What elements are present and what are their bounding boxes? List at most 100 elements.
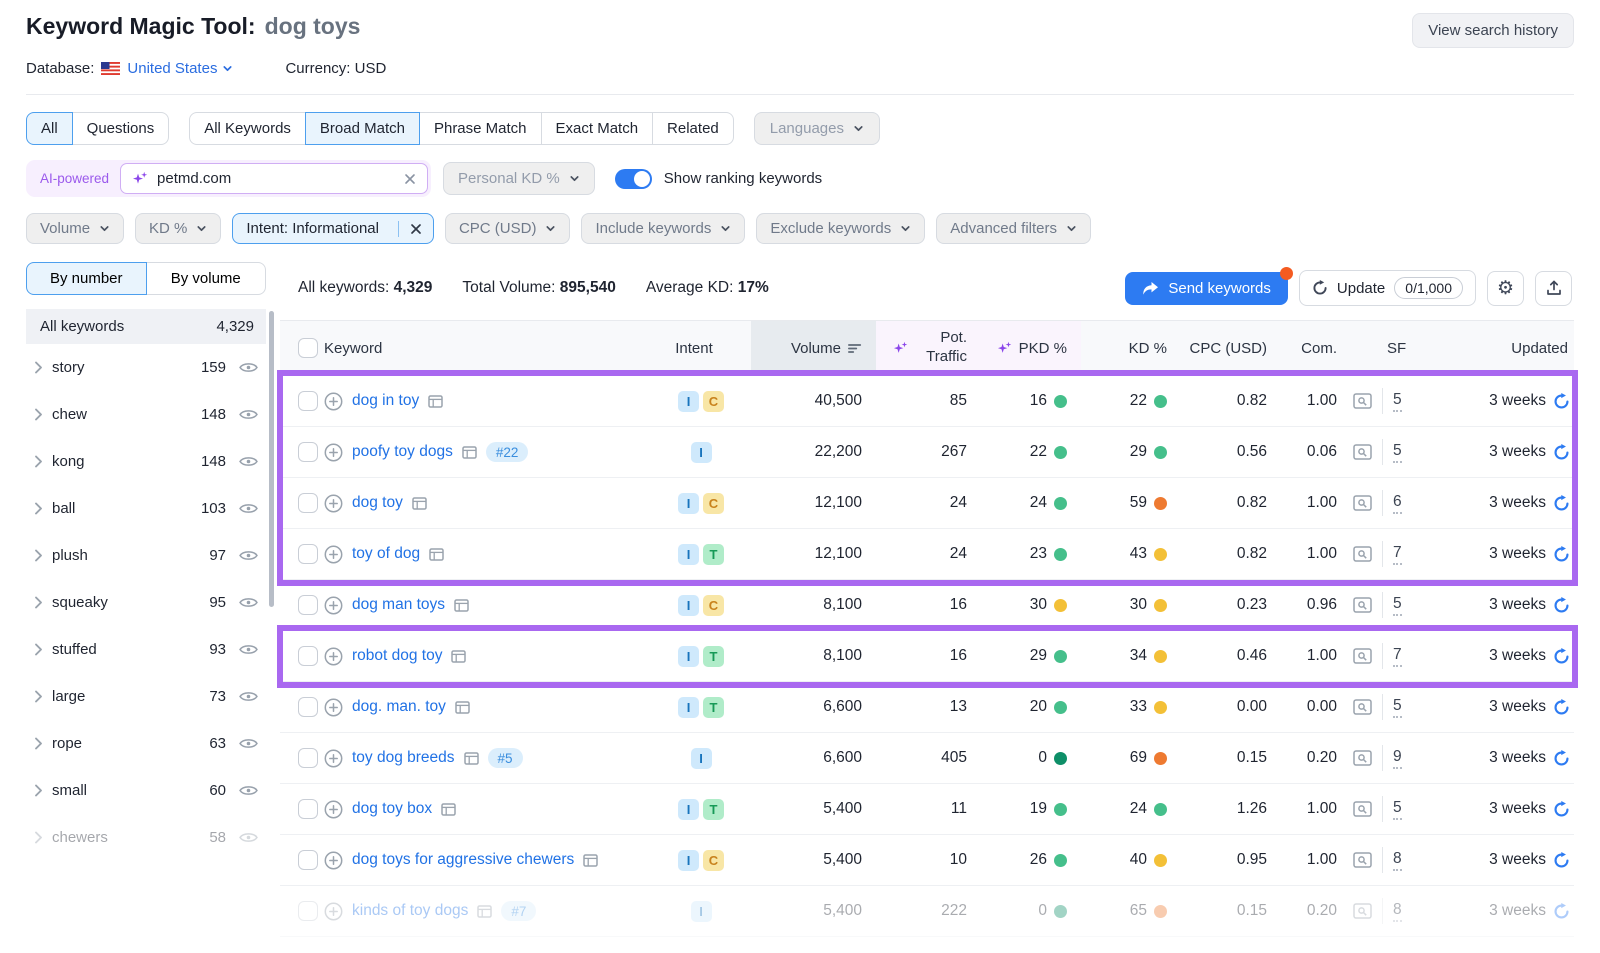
sidebar-all-keywords-row[interactable]: All keywords 4,329 [26, 309, 266, 344]
add-keyword-icon[interactable] [324, 545, 343, 564]
column-com[interactable]: Com. [1281, 340, 1351, 357]
keyword-link[interactable]: dog toy box [352, 800, 432, 818]
chevron-right-icon[interactable] [34, 643, 43, 656]
serp-layout-icon[interactable] [441, 803, 456, 816]
update-button[interactable]: Update 0/1,000 [1299, 270, 1476, 306]
row-checkbox[interactable] [298, 901, 318, 921]
sidebar-group-item[interactable]: stuffed 93 [26, 626, 266, 673]
eye-icon[interactable] [239, 455, 258, 468]
sort-by-volume-tab[interactable]: By volume [146, 262, 267, 295]
column-keyword[interactable]: Keyword [324, 340, 651, 357]
column-intent[interactable]: Intent [651, 340, 751, 357]
refresh-keyword-icon[interactable] [1553, 699, 1570, 716]
sf-count[interactable]: 7 [1393, 646, 1402, 667]
clear-input-icon[interactable] [404, 173, 416, 185]
serp-layout-icon[interactable] [477, 905, 492, 918]
eye-icon[interactable] [239, 549, 258, 562]
column-volume[interactable]: Volume [751, 321, 876, 375]
sf-count[interactable]: 7 [1393, 544, 1402, 565]
sf-count[interactable]: 5 [1393, 697, 1402, 718]
row-checkbox[interactable] [298, 493, 318, 513]
chevron-right-icon[interactable] [34, 455, 43, 468]
tab-questions[interactable]: Questions [72, 112, 170, 145]
serp-preview-icon[interactable] [1353, 597, 1372, 613]
filter-exclude-keywords[interactable]: Exclude keywords [756, 213, 925, 244]
serp-preview-icon[interactable] [1353, 444, 1372, 460]
serp-layout-icon[interactable] [583, 854, 598, 867]
refresh-keyword-icon[interactable] [1553, 852, 1570, 869]
chevron-right-icon[interactable] [34, 549, 43, 562]
serp-layout-icon[interactable] [462, 446, 477, 459]
serp-preview-icon[interactable] [1353, 648, 1372, 664]
chevron-right-icon[interactable] [34, 784, 43, 797]
tab-phrase-match[interactable]: Phrase Match [419, 112, 542, 145]
eye-icon[interactable] [239, 596, 258, 609]
sidebar-group-item[interactable]: large 73 [26, 673, 266, 720]
add-keyword-icon[interactable] [324, 851, 343, 870]
tab-all-keywords[interactable]: All Keywords [189, 112, 306, 145]
sidebar-group-item[interactable]: chewers 58 [26, 814, 266, 861]
filter-volume[interactable]: Volume [26, 213, 124, 244]
eye-icon[interactable] [239, 784, 258, 797]
sf-count[interactable]: 6 [1393, 493, 1402, 514]
sf-count[interactable]: 5 [1393, 799, 1402, 820]
sf-count[interactable]: 5 [1393, 442, 1402, 463]
filter-advanced[interactable]: Advanced filters [936, 213, 1091, 244]
eye-icon[interactable] [239, 737, 258, 750]
send-keywords-button[interactable]: Send keywords [1125, 272, 1288, 305]
add-keyword-icon[interactable] [324, 647, 343, 666]
row-checkbox[interactable] [298, 595, 318, 615]
serp-layout-icon[interactable] [412, 497, 427, 510]
eye-icon[interactable] [239, 502, 258, 515]
show-ranking-keywords-toggle[interactable] [615, 169, 652, 189]
add-keyword-icon[interactable] [324, 800, 343, 819]
row-checkbox[interactable] [298, 544, 318, 564]
refresh-keyword-icon[interactable] [1553, 393, 1570, 410]
row-checkbox[interactable] [298, 799, 318, 819]
keyword-link[interactable]: dog toys for aggressive chewers [352, 851, 574, 869]
filter-intent-active[interactable]: Intent: Informational [232, 213, 434, 244]
keyword-link[interactable]: dog toy [352, 494, 403, 512]
eye-icon[interactable] [239, 690, 258, 703]
sort-by-number-tab[interactable]: By number [26, 262, 147, 295]
filter-kd[interactable]: KD % [135, 213, 221, 244]
sidebar-group-item[interactable]: small 60 [26, 767, 266, 814]
row-checkbox[interactable] [298, 697, 318, 717]
refresh-keyword-icon[interactable] [1553, 648, 1570, 665]
refresh-keyword-icon[interactable] [1553, 495, 1570, 512]
add-keyword-icon[interactable] [324, 392, 343, 411]
eye-icon[interactable] [239, 831, 258, 844]
sidebar-group-item[interactable]: plush 97 [26, 532, 266, 579]
tab-exact-match[interactable]: Exact Match [541, 112, 654, 145]
add-keyword-icon[interactable] [324, 596, 343, 615]
tab-broad-match[interactable]: Broad Match [305, 112, 420, 145]
column-cpc[interactable]: CPC (USD) [1181, 340, 1281, 357]
serp-preview-icon[interactable] [1353, 546, 1372, 562]
chevron-right-icon[interactable] [34, 737, 43, 750]
keyword-link[interactable]: kinds of toy dogs [352, 902, 468, 920]
column-kd[interactable]: KD % [1081, 340, 1181, 357]
keyword-link[interactable]: poofy toy dogs [352, 443, 453, 461]
row-checkbox[interactable] [298, 748, 318, 768]
sidebar-group-item[interactable]: squeaky 95 [26, 579, 266, 626]
serp-layout-icon[interactable] [454, 599, 469, 612]
column-updated[interactable]: Updated [1429, 340, 1574, 357]
keyword-link[interactable]: toy of dog [352, 545, 420, 563]
serp-preview-icon[interactable] [1353, 750, 1372, 766]
serp-layout-icon[interactable] [464, 752, 479, 765]
column-pkd[interactable]: PKD % [981, 321, 1081, 375]
keyword-link[interactable]: dog man toys [352, 596, 445, 614]
eye-icon[interactable] [239, 408, 258, 421]
sidebar-group-item[interactable]: chew 148 [26, 391, 266, 438]
eye-icon[interactable] [239, 643, 258, 656]
row-checkbox[interactable] [298, 646, 318, 666]
column-pot-traffic[interactable]: Pot. Traffic [876, 321, 981, 375]
serp-layout-icon[interactable] [428, 395, 443, 408]
row-checkbox[interactable] [298, 391, 318, 411]
serp-layout-icon[interactable] [455, 701, 470, 714]
chevron-right-icon[interactable] [34, 502, 43, 515]
personal-kd-dropdown[interactable]: Personal KD % [443, 162, 595, 195]
sf-count[interactable]: 5 [1393, 595, 1402, 616]
serp-preview-icon[interactable] [1353, 903, 1372, 919]
sidebar-scrollbar[interactable] [269, 311, 274, 607]
